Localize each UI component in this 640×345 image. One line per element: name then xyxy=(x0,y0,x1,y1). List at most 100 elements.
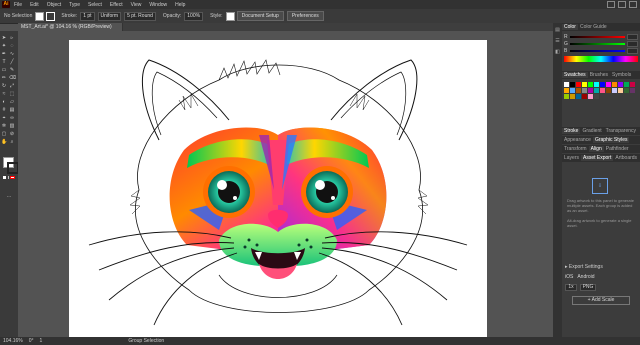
symbol-sprayer-icon[interactable]: ✲ xyxy=(1,123,7,129)
tab-transparency[interactable]: Transparency xyxy=(604,128,638,134)
color-swatch[interactable] xyxy=(612,82,617,87)
scale-field[interactable]: 1x xyxy=(565,284,577,291)
color-swatch[interactable] xyxy=(576,88,581,93)
green-slider[interactable]: G xyxy=(564,41,638,47)
color-spectrum[interactable] xyxy=(564,56,638,62)
preferences-button[interactable]: Preferences xyxy=(286,11,324,21)
color-swatch[interactable] xyxy=(570,94,575,99)
tab-color[interactable]: Color xyxy=(562,24,578,30)
blue-value[interactable] xyxy=(627,48,638,54)
tab-symbols[interactable]: Symbols xyxy=(610,72,633,78)
layers-icon[interactable]: ◧ xyxy=(554,49,561,56)
style-swatch[interactable] xyxy=(225,11,235,21)
document-setup-button[interactable]: Document Setup xyxy=(236,11,284,21)
shape-builder-icon[interactable]: ◐ xyxy=(1,99,7,105)
blend-icon[interactable]: ∞ xyxy=(9,115,15,121)
graph-icon[interactable]: ▥ xyxy=(9,123,15,129)
color-swatch[interactable] xyxy=(624,82,629,87)
asset-export-panel[interactable]: ⇩ Drag artwork to this panel to generate… xyxy=(562,162,640,262)
color-swatch[interactable] xyxy=(588,82,593,87)
tab-stroke[interactable]: Stroke xyxy=(562,128,581,134)
stroke-swatch[interactable] xyxy=(46,11,56,21)
color-swatch[interactable] xyxy=(564,94,569,99)
format-select[interactable]: PNG xyxy=(580,284,596,291)
color-swatch[interactable] xyxy=(570,82,575,87)
maximize-icon[interactable] xyxy=(618,1,626,8)
eyedropper-icon[interactable]: ⌖ xyxy=(1,115,7,121)
type-tool-icon[interactable]: T xyxy=(1,59,7,65)
cat-illustration[interactable] xyxy=(69,40,487,337)
color-swatch[interactable] xyxy=(630,82,635,87)
rectangle-tool-icon[interactable]: ▭ xyxy=(1,67,7,73)
menu-type[interactable]: Type xyxy=(69,2,80,8)
tab-transform[interactable]: Transform xyxy=(562,146,589,152)
variable-width-select[interactable]: Uniform xyxy=(97,11,122,21)
color-swatch[interactable] xyxy=(594,82,599,87)
line-tool-icon[interactable]: ╱ xyxy=(9,59,15,65)
document-tab[interactable]: MST_Art.ai* @ 104.16 % (RGB/Preview) xyxy=(18,23,123,31)
color-swatch[interactable] xyxy=(618,88,623,93)
color-swatch[interactable] xyxy=(576,94,581,99)
add-scale-button[interactable]: + Add Scale xyxy=(572,296,630,305)
color-swatch[interactable] xyxy=(594,94,599,99)
properties-icon[interactable]: ▤ xyxy=(554,27,561,34)
slice-icon[interactable]: ⊘ xyxy=(9,131,15,137)
red-slider[interactable]: R xyxy=(564,34,638,40)
zoom-tool-icon[interactable]: ⌕ xyxy=(9,139,15,145)
color-swatch[interactable] xyxy=(606,82,611,87)
color-swatch[interactable] xyxy=(582,94,587,99)
gradient-mode-icon[interactable] xyxy=(6,176,10,179)
curvature-tool-icon[interactable]: ∿ xyxy=(9,51,15,57)
canvas-area[interactable] xyxy=(18,31,553,337)
tab-gradient[interactable]: Gradient xyxy=(580,128,603,134)
tab-asset-export[interactable]: Asset Export xyxy=(581,155,614,161)
android-button[interactable]: Android xyxy=(577,274,594,280)
fill-swatch[interactable] xyxy=(35,11,45,21)
ios-button[interactable]: iOS xyxy=(565,274,573,280)
tab-artboards[interactable]: Artboards xyxy=(613,155,639,161)
stroke-weight-field[interactable]: 1 pt xyxy=(80,11,95,21)
blue-slider[interactable]: B xyxy=(564,48,638,54)
libraries-icon[interactable]: ☰ xyxy=(554,38,561,45)
color-swatch[interactable] xyxy=(630,88,635,93)
tab-graphic-styles[interactable]: Graphic Styles xyxy=(592,137,630,143)
lasso-icon[interactable]: ◌ xyxy=(9,43,15,49)
green-value[interactable] xyxy=(627,41,638,47)
color-swatch[interactable] xyxy=(600,82,605,87)
paintbrush-icon[interactable]: ✎ xyxy=(9,67,15,73)
artboard-tool-icon[interactable]: ▢ xyxy=(1,131,7,137)
edit-toolbar-icon[interactable]: … xyxy=(4,191,14,201)
color-swatch[interactable] xyxy=(600,88,605,93)
selection-tool-icon[interactable]: ➤ xyxy=(1,35,7,41)
eraser-icon[interactable]: ⌫ xyxy=(9,75,16,81)
red-value[interactable] xyxy=(627,34,638,40)
opacity-field[interactable]: 100% xyxy=(184,11,204,21)
rotation-angle[interactable]: 0° xyxy=(29,338,34,344)
menu-view[interactable]: View xyxy=(131,2,142,8)
color-swatch[interactable] xyxy=(576,82,581,87)
tab-color-guide[interactable]: Color Guide xyxy=(578,24,609,30)
hand-tool-icon[interactable]: ✋ xyxy=(1,139,7,145)
tab-layers[interactable]: Layers xyxy=(562,155,581,161)
tab-appearance[interactable]: Appearance xyxy=(562,137,593,143)
zoom-level[interactable]: 104.16% xyxy=(3,338,23,344)
free-transform-icon[interactable]: ⬚ xyxy=(9,91,15,97)
color-swatch[interactable] xyxy=(606,88,611,93)
color-swatch[interactable] xyxy=(582,82,587,87)
perspective-icon[interactable]: ▱ xyxy=(9,99,15,105)
menu-file[interactable]: File xyxy=(14,2,22,8)
color-swatch[interactable] xyxy=(564,82,569,87)
tab-align[interactable]: Align xyxy=(588,146,604,152)
export-settings-header[interactable]: ▸ Export Settings xyxy=(562,262,640,272)
menu-window[interactable]: Window xyxy=(149,2,167,8)
tab-brushes[interactable]: Brushes xyxy=(588,72,610,78)
color-swatch[interactable] xyxy=(588,88,593,93)
none-mode-icon[interactable] xyxy=(10,176,16,179)
magic-wand-icon[interactable]: ✦ xyxy=(1,43,7,49)
menu-select[interactable]: Select xyxy=(88,2,102,8)
brush-select[interactable]: 5 pt. Round xyxy=(124,11,156,21)
pen-tool-icon[interactable]: ✒ xyxy=(1,51,7,57)
artboard[interactable] xyxy=(69,40,487,337)
color-swatch[interactable] xyxy=(570,88,575,93)
gradient-icon[interactable]: ▤ xyxy=(9,107,15,113)
